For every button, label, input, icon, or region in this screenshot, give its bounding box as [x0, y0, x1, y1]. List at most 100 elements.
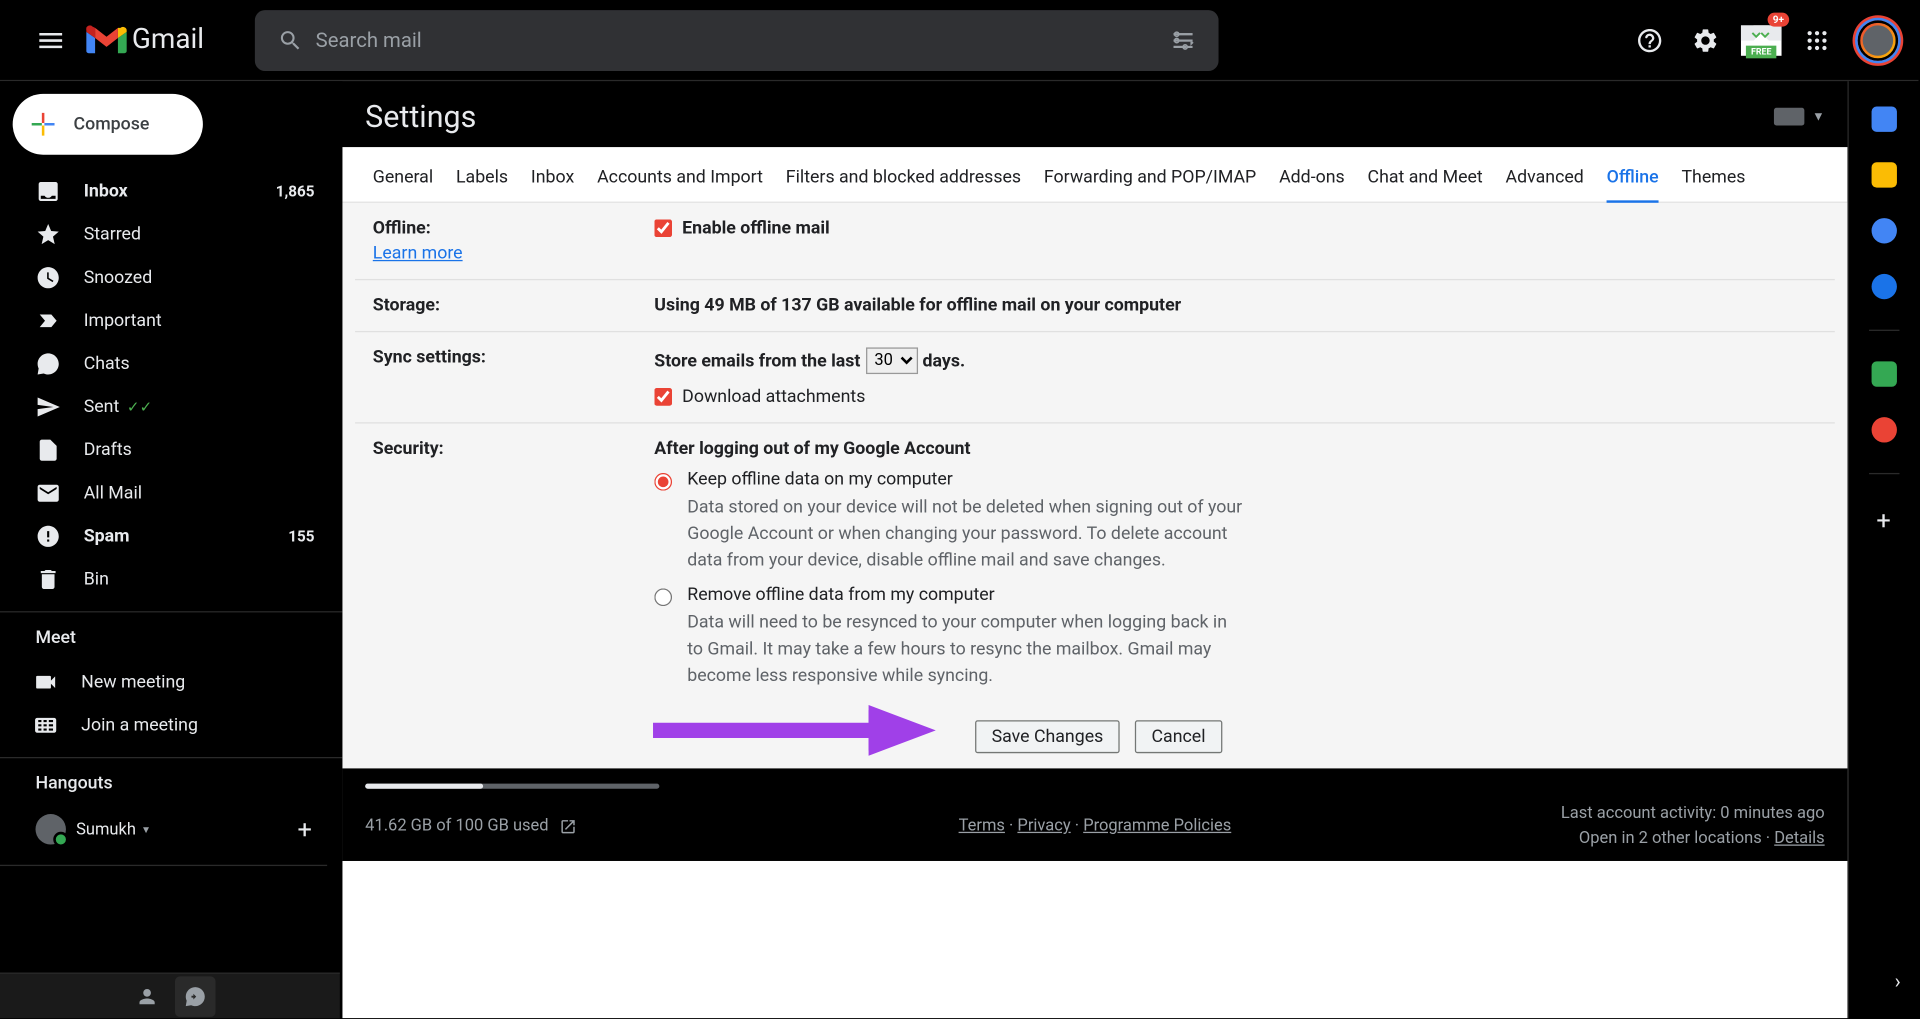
account-avatar[interactable]	[1858, 20, 1899, 61]
details-link[interactable]: Details	[1774, 829, 1824, 848]
sent-icon	[36, 394, 61, 419]
nav-label: Chats	[84, 354, 130, 374]
sidebar-item-important[interactable]: Important	[0, 299, 330, 342]
nav-list: Inbox 1,865 Starred Snoozed Important Ch…	[0, 170, 342, 601]
separator	[1868, 473, 1898, 474]
gmail-logo[interactable]: Gmail	[81, 24, 214, 56]
tab-general[interactable]: General	[373, 160, 433, 202]
sidebar-item-inbox[interactable]: Inbox 1,865	[0, 170, 330, 213]
download-attachments-checkbox[interactable]	[654, 388, 672, 406]
sidebar-item-starred[interactable]: Starred	[0, 213, 330, 256]
search-icon[interactable]	[265, 27, 316, 52]
keyboard-icon	[1774, 108, 1804, 126]
addon2-app-icon[interactable]	[1871, 417, 1896, 442]
privacy-link[interactable]: Privacy	[1017, 817, 1070, 836]
external-link-icon[interactable]	[559, 817, 577, 835]
sidebar-item-spam[interactable]: Spam 155	[0, 515, 330, 558]
nav-label: Important	[84, 311, 162, 331]
star-icon	[36, 222, 61, 247]
sync-suffix: days.	[923, 351, 966, 371]
tab-offline[interactable]: Offline	[1607, 160, 1659, 203]
contacts-app-icon[interactable]	[1871, 274, 1896, 299]
sidebar-item-chats[interactable]: Chats	[0, 342, 330, 385]
hamburger-icon	[36, 25, 66, 55]
hangouts-username: Sumukh	[76, 820, 136, 839]
keep-data-label: Keep offline data on my computer	[687, 469, 1817, 489]
chat-hangouts-button[interactable]	[175, 976, 216, 1017]
tab-addons[interactable]: Add-ons	[1279, 160, 1345, 202]
hangouts-section: Hangouts Sumukh ▼ +	[0, 757, 342, 866]
sidebar-item-snoozed[interactable]: Snoozed	[0, 256, 330, 299]
calendar-app-icon[interactable]	[1871, 107, 1896, 132]
meet-title: Meet	[36, 628, 343, 648]
cancel-button[interactable]: Cancel	[1135, 720, 1222, 753]
search-options-button[interactable]	[1158, 27, 1209, 52]
tasks-app-icon[interactable]	[1871, 218, 1896, 243]
expand-side-panel-button[interactable]: ›	[1895, 969, 1901, 993]
settings-header: Settings ▼	[342, 81, 1847, 147]
hangouts-title: Hangouts	[36, 773, 343, 793]
mail-icon	[36, 481, 61, 506]
tab-inbox[interactable]: Inbox	[531, 160, 574, 202]
policies-link[interactable]: Programme Policies	[1083, 817, 1231, 836]
sidebar-item-drafts[interactable]: Drafts	[0, 429, 330, 472]
search-bar[interactable]	[255, 10, 1219, 71]
join-meeting-button[interactable]: Join a meeting	[33, 704, 330, 747]
remove-data-radio[interactable]	[654, 588, 672, 606]
get-addons-button[interactable]: +	[1876, 505, 1890, 535]
security-row: Security: After logging out of my Google…	[355, 424, 1835, 705]
apps-grid-icon	[1804, 27, 1829, 52]
input-tools-button[interactable]: ▼	[1774, 108, 1825, 126]
search-input[interactable]	[316, 28, 1158, 52]
sidebar-item-bin[interactable]: Bin	[0, 558, 330, 601]
tab-themes[interactable]: Themes	[1681, 160, 1745, 202]
settings-title: Settings	[365, 99, 476, 135]
separator	[0, 865, 327, 866]
nav-label: Bin	[84, 569, 109, 589]
settings-button[interactable]	[1680, 15, 1731, 66]
plus-icon	[28, 109, 58, 139]
nav-label: All Mail	[84, 483, 142, 503]
sync-label: Sync settings:	[373, 347, 654, 407]
settings-content: Offline: Learn more Enable offline mail …	[342, 203, 1847, 769]
header: Gmail FREE 9+	[0, 0, 1918, 81]
tab-advanced[interactable]: Advanced	[1506, 160, 1584, 202]
sync-days-select[interactable]: 30	[865, 347, 917, 374]
locations-text: Open in 2 other locations	[1579, 829, 1762, 848]
tab-chat[interactable]: Chat and Meet	[1368, 160, 1483, 202]
sidebar-item-sent[interactable]: Sent ✓✓	[0, 385, 330, 428]
save-changes-button[interactable]: Save Changes	[975, 720, 1120, 753]
enable-offline-checkbox[interactable]	[654, 219, 672, 237]
nav-label: Starred	[84, 224, 141, 244]
learn-more-link[interactable]: Learn more	[373, 243, 654, 263]
tab-forwarding[interactable]: Forwarding and POP/IMAP	[1044, 160, 1256, 202]
enable-offline-label: Enable offline mail	[682, 218, 830, 238]
tab-filters[interactable]: Filters and blocked addresses	[786, 160, 1021, 202]
download-attachments-label: Download attachments	[682, 387, 865, 407]
extension-badge[interactable]: FREE 9+	[1736, 15, 1787, 66]
help-icon	[1636, 26, 1664, 54]
new-meeting-button[interactable]: New meeting	[33, 661, 330, 704]
tab-accounts[interactable]: Accounts and Import	[597, 160, 763, 202]
keep-app-icon[interactable]	[1871, 162, 1896, 187]
offline-label: Offline: Learn more	[373, 218, 654, 264]
sidebar-item-allmail[interactable]: All Mail	[0, 472, 330, 515]
support-button[interactable]	[1624, 15, 1675, 66]
action-buttons-row: Save Changes Cancel	[355, 705, 1835, 768]
addon-app-icon[interactable]	[1871, 361, 1896, 386]
storage-progress	[365, 784, 659, 789]
nav-label: Spam	[84, 526, 130, 546]
tab-labels[interactable]: Labels	[456, 160, 508, 202]
nav-count: 1,865	[276, 183, 315, 201]
apps-button[interactable]	[1792, 15, 1843, 66]
keep-data-radio[interactable]	[654, 473, 672, 491]
storage-value: Using 49 MB of 137 GB available for offl…	[654, 295, 1817, 315]
main-menu-button[interactable]	[20, 10, 81, 71]
hangouts-add-button[interactable]: +	[298, 814, 312, 844]
notification-count: 9+	[1768, 12, 1789, 26]
chat-person-button[interactable]	[127, 976, 168, 1017]
terms-link[interactable]: Terms	[959, 817, 1005, 836]
hangouts-user-row[interactable]: Sumukh ▼ +	[36, 806, 343, 852]
compose-button[interactable]: Compose	[13, 94, 203, 155]
chat-icon	[36, 351, 61, 376]
